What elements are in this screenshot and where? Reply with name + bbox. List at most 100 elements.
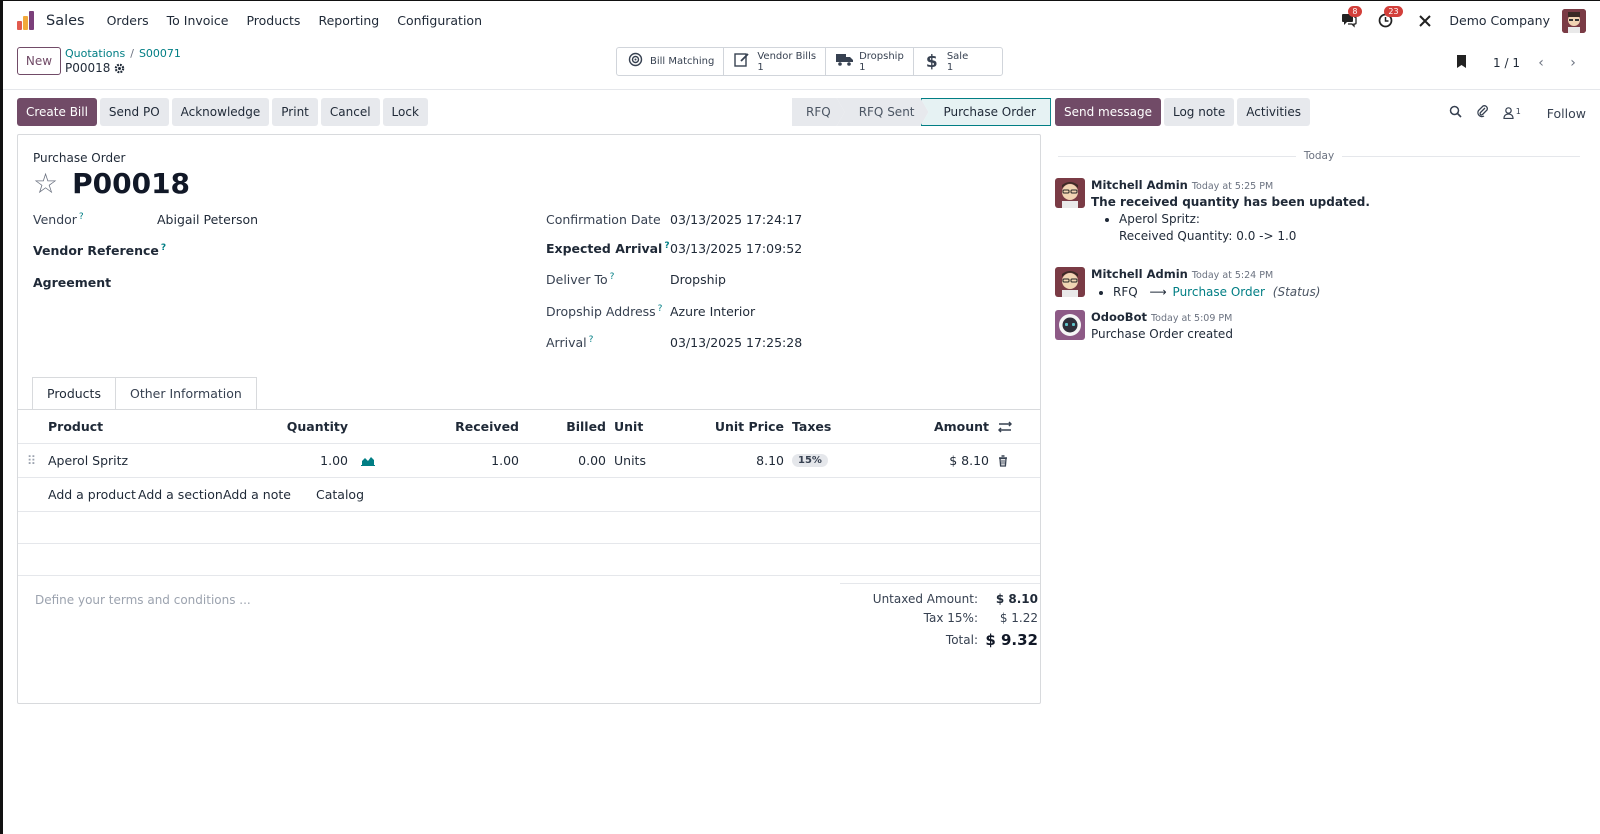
add-product-link[interactable]: Add a product xyxy=(48,478,136,511)
empty-row xyxy=(18,544,1040,576)
trash-icon[interactable] xyxy=(998,444,1008,477)
deliver-to-value[interactable]: Dropship xyxy=(670,272,726,287)
app-name[interactable]: Sales xyxy=(46,13,85,29)
column-taxes[interactable]: Taxes xyxy=(792,410,831,443)
cancel-button[interactable]: Cancel xyxy=(320,98,380,126)
deliver-to-label: Deliver To xyxy=(546,272,608,288)
dropship-address-value[interactable]: Azure Interior xyxy=(670,304,755,319)
line-unit-price[interactable]: 8.10 xyxy=(678,444,784,477)
confirmation-date-label: Confirmation Date xyxy=(546,212,661,227)
column-product[interactable]: Product xyxy=(48,410,103,443)
menu-products[interactable]: Products xyxy=(246,13,300,28)
paperclip-icon[interactable] xyxy=(1476,104,1489,122)
breadcrumb-s00071[interactable]: S00071 xyxy=(139,47,181,60)
menu-configuration[interactable]: Configuration xyxy=(397,13,482,28)
line-received[interactable]: 1.00 xyxy=(418,444,519,477)
catalog-link[interactable]: Catalog xyxy=(316,478,364,511)
user-avatar[interactable] xyxy=(1562,8,1586,33)
line-quantity[interactable]: 1.00 xyxy=(248,444,348,477)
company-switcher[interactable]: Demo Company xyxy=(1449,13,1550,28)
followers-button[interactable]: 1 xyxy=(1503,107,1521,119)
menu-orders[interactable]: Orders xyxy=(107,13,149,28)
activities-badge: 23 xyxy=(1384,5,1403,17)
arrival-value[interactable]: 03/13/2025 17:25:28 xyxy=(670,335,802,350)
clock-icon[interactable]: 23 xyxy=(1375,5,1403,31)
search-icon[interactable] xyxy=(1449,105,1462,122)
send-message-button[interactable]: Send message xyxy=(1055,98,1161,126)
help-icon[interactable]: ? xyxy=(658,304,663,314)
tab-products[interactable]: Products xyxy=(32,377,116,410)
tax-label: Tax 15%: xyxy=(923,610,978,625)
menu-to-invoice[interactable]: To Invoice xyxy=(167,13,229,28)
new-button[interactable]: New xyxy=(17,47,61,75)
help-icon[interactable]: ? xyxy=(79,212,84,222)
dollar-icon: $ xyxy=(925,51,938,72)
pager-next-icon[interactable]: › xyxy=(1562,52,1584,74)
breadcrumb-quotations[interactable]: Quotations xyxy=(65,47,125,60)
star-icon[interactable]: ☆ xyxy=(33,167,58,200)
line-product[interactable]: Aperol Spritz xyxy=(48,444,128,477)
print-button[interactable]: Print xyxy=(272,98,318,126)
dropship-address-label: Dropship Address xyxy=(546,304,656,320)
message-author[interactable]: OdooBot xyxy=(1091,310,1147,324)
dropship-button[interactable]: Dropship 1 xyxy=(826,48,914,75)
pager-value[interactable]: 1 / 1 xyxy=(1493,56,1520,70)
follow-button[interactable]: Follow xyxy=(1547,106,1586,121)
sale-button[interactable]: $ Sale 1 xyxy=(914,48,1002,75)
tab-other-information[interactable]: Other Information xyxy=(115,377,257,410)
column-unit-price[interactable]: Unit Price xyxy=(678,410,784,443)
forecast-chart-icon[interactable] xyxy=(361,444,375,477)
status-purchase-order[interactable]: Purchase Order xyxy=(920,98,1051,126)
add-section-link[interactable]: Add a section xyxy=(138,478,223,511)
line-tax-badge[interactable]: 15% xyxy=(792,454,828,467)
sales-app-icon[interactable] xyxy=(16,10,36,31)
confirmation-date-value[interactable]: 03/13/2025 17:24:17 xyxy=(670,212,802,227)
status-rfq[interactable]: RFQ xyxy=(792,98,845,126)
help-icon[interactable]: ? xyxy=(664,241,669,251)
chatter-tools: 1 Follow xyxy=(1449,104,1586,122)
message-author[interactable]: Mitchell Admin xyxy=(1091,267,1188,281)
status-old-value: RFQ xyxy=(1113,285,1138,299)
optional-columns-icon[interactable] xyxy=(998,410,1012,443)
mitchell-admin-avatar[interactable] xyxy=(1055,178,1085,208)
send-po-button[interactable]: Send PO xyxy=(99,98,169,126)
column-amount[interactable]: Amount xyxy=(878,410,989,443)
create-bill-button[interactable]: Create Bill xyxy=(17,98,97,126)
help-icon[interactable]: ? xyxy=(589,335,594,345)
pager-previous-icon[interactable]: ‹ xyxy=(1530,52,1552,74)
help-icon[interactable]: ? xyxy=(610,272,615,282)
column-billed[interactable]: Billed xyxy=(518,410,606,443)
tools-icon[interactable] xyxy=(1415,11,1435,31)
log-note-button[interactable]: Log note xyxy=(1163,98,1235,126)
lock-button[interactable]: Lock xyxy=(382,98,428,126)
add-note-link[interactable]: Add a note xyxy=(223,478,291,511)
bill-matching-button[interactable]: Bill Matching xyxy=(617,48,725,75)
vendor-value[interactable]: Abigail Peterson xyxy=(157,212,258,227)
column-unit[interactable]: Unit xyxy=(614,410,643,443)
drag-handle-icon[interactable]: ⠿ xyxy=(27,444,36,477)
odoobot-avatar[interactable] xyxy=(1055,310,1085,340)
gear-icon[interactable] xyxy=(114,63,125,74)
vendor-reference-input[interactable] xyxy=(157,243,497,259)
table-row[interactable]: ⠿ Aperol Spritz 1.00 1.00 0.00 Units 8.1… xyxy=(18,444,1040,478)
acknowledge-button[interactable]: Acknowledge xyxy=(171,98,270,126)
column-received[interactable]: Received xyxy=(418,410,519,443)
total-row: Total: $ 9.32 xyxy=(840,627,1040,653)
line-unit[interactable]: Units xyxy=(614,444,646,477)
terms-and-conditions-input[interactable]: Define your terms and conditions ... xyxy=(35,593,251,607)
vendor-bills-button[interactable]: Vendor Bills 1 xyxy=(724,48,827,75)
agreement-label: Agreement xyxy=(33,275,112,290)
status-rfq-sent[interactable]: RFQ Sent xyxy=(837,98,929,126)
add-line-row: Add a product Add a section Add a note C… xyxy=(18,478,1040,512)
expected-arrival-value[interactable]: 03/13/2025 17:09:52 xyxy=(670,241,802,256)
vendor-bills-label: Vendor Bills xyxy=(757,50,817,62)
message-author[interactable]: Mitchell Admin xyxy=(1091,178,1188,192)
mitchell-admin-avatar[interactable] xyxy=(1055,267,1085,297)
chat-icon[interactable]: 8 xyxy=(1339,5,1362,31)
menu-reporting[interactable]: Reporting xyxy=(318,13,379,28)
table-header: Product Quantity Received Billed Unit Un… xyxy=(18,410,1040,444)
agreement-input[interactable] xyxy=(157,275,497,291)
bookmark-icon[interactable] xyxy=(1456,54,1467,73)
activities-button[interactable]: Activities xyxy=(1237,98,1311,126)
column-quantity[interactable]: Quantity xyxy=(248,410,348,443)
